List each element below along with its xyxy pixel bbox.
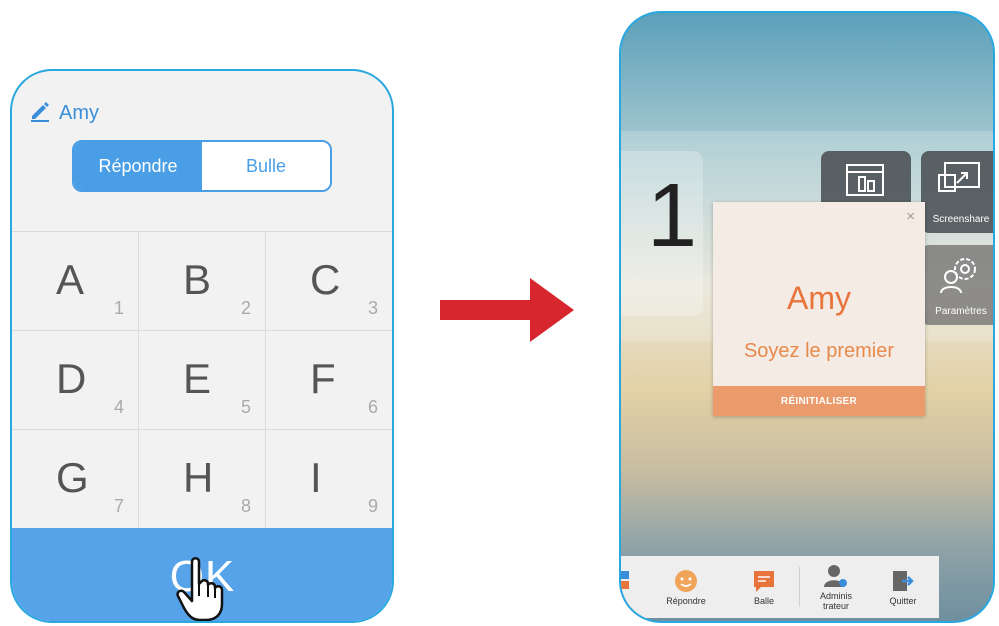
balle-icon	[751, 568, 777, 596]
screenshare-label: Screenshare	[932, 214, 990, 225]
toolbar-item-repondre[interactable]: Répondre	[643, 568, 729, 606]
key-number: 5	[241, 397, 252, 417]
toolbar-label-admin-2: trateur	[822, 601, 849, 611]
close-icon[interactable]: ×	[906, 208, 915, 225]
key-h[interactable]: H 8	[139, 430, 266, 529]
mode-toggle: Répondre Bulle	[72, 140, 332, 192]
pencil-icon[interactable]	[29, 100, 51, 127]
key-letter: A	[56, 256, 85, 303]
key-letter: B	[183, 256, 212, 303]
key-number: 8	[241, 496, 252, 516]
key-g[interactable]: G 7	[12, 430, 139, 529]
key-number: 6	[368, 397, 379, 417]
left-device-screen: Amy Répondre Bulle A 1 B 2 C 3 D 4 E 5 F…	[10, 69, 394, 623]
user-name[interactable]: Amy	[59, 102, 99, 125]
toolbar-item-partial[interactable]: r	[621, 569, 643, 605]
key-e[interactable]: E 5	[139, 331, 266, 430]
gear-user-icon	[939, 255, 981, 300]
key-number: 4	[114, 397, 125, 417]
key-i[interactable]: I 9	[266, 430, 392, 529]
key-a[interactable]: A 1	[12, 232, 139, 331]
smiley-icon	[673, 568, 699, 596]
toolbar-item-balle[interactable]: Balle	[729, 568, 799, 606]
partial-icon	[621, 569, 631, 595]
right-device-screen: 1 Screenshare Paramètres × Amy Soyez le …	[619, 11, 995, 623]
toolbar-item-quitter[interactable]: Quitter	[872, 568, 934, 606]
quit-icon	[890, 568, 916, 596]
key-number: 3	[368, 298, 379, 318]
paint-icon	[845, 161, 885, 206]
key-d[interactable]: D 4	[12, 331, 139, 430]
key-f[interactable]: F 6	[266, 331, 392, 430]
settings-label: Paramètres	[935, 306, 987, 317]
toggle-bulle[interactable]: Bulle	[202, 142, 330, 190]
key-b[interactable]: B 2	[139, 232, 266, 331]
result-popup: × Amy Soyez le premier RÉINITIALISER	[713, 202, 925, 416]
toolbar-item-admin[interactable]: Adminis trateur	[800, 563, 872, 611]
key-letter: I	[310, 454, 322, 501]
toolbar-label-quitter: Quitter	[889, 596, 917, 606]
toolbar-label-partial: r	[621, 595, 624, 605]
toolbar-label-repondre: Répondre	[666, 596, 706, 606]
key-number: 2	[241, 298, 252, 318]
user-row: Amy	[29, 100, 99, 127]
red-arrow-icon	[440, 278, 574, 347]
key-letter: E	[183, 355, 212, 402]
toolbar-label-balle: Balle	[753, 596, 774, 606]
key-letter: D	[56, 355, 87, 402]
key-number: 9	[368, 496, 379, 516]
toolbar-label-admin-1: Adminis	[819, 591, 852, 601]
key-letter: H	[183, 454, 214, 501]
reset-button[interactable]: RÉINITIALISER	[713, 386, 925, 416]
pointing-hand-icon	[174, 554, 234, 621]
popup-message: Soyez le premier	[743, 340, 895, 362]
screenshare-tile[interactable]: Screenshare	[921, 151, 993, 233]
winner-name: Amy	[787, 280, 851, 316]
key-letter: C	[310, 256, 341, 303]
key-letter: F	[310, 355, 336, 402]
screenshare-icon	[937, 161, 981, 200]
key-c[interactable]: C 3	[266, 232, 392, 331]
toggle-repondre[interactable]: Répondre	[74, 142, 202, 190]
key-number: 1	[114, 298, 125, 318]
answer-keypad: A 1 B 2 C 3 D 4 E 5 F 6 G 7 H 8 I 9	[12, 231, 392, 529]
settings-tile[interactable]: Paramètres	[921, 245, 993, 325]
admin-icon	[823, 563, 849, 591]
key-letter: G	[56, 454, 89, 501]
bottom-toolbar: r Répondre Balle Adminis trateur Quitter	[621, 556, 939, 618]
key-number: 7	[114, 496, 125, 516]
score-number: 1	[647, 166, 698, 266]
